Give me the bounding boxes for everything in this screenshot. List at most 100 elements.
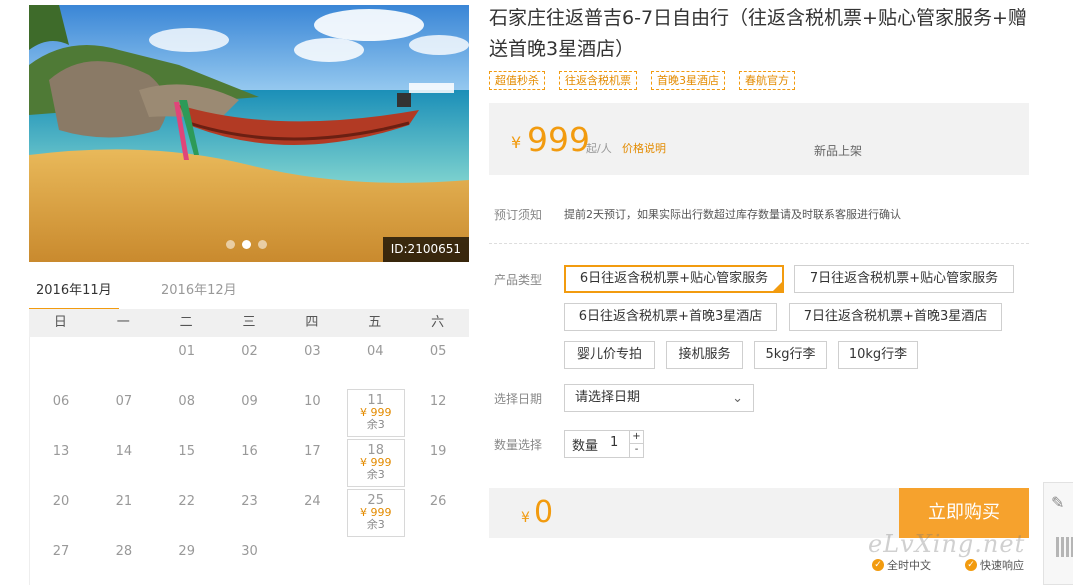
calendar-day-number: 07 [115,394,133,409]
price-unit: 起/人 [586,142,612,155]
price-explain-link[interactable]: 价格说明 [622,140,666,156]
calendar-weekday-header: 日 一 二 三 四 五 六 [29,309,469,337]
notice-label: 预订须知 [494,208,543,222]
carousel-dot[interactable] [258,240,267,249]
calendar-day-remaining: 余3 [366,418,385,431]
weekday-label: 三 [242,315,256,330]
calendar-day: 01 [156,337,218,387]
calendar-day: 23 [219,487,281,537]
calendar-grid: 01 02 03 04 05 06 07 08 09 10 11 ¥ 999 余3 12 13 14 15 16 1… [29,337,469,585]
weekday-label: 一 [116,315,130,330]
calendar-day-number: 10 [304,394,321,409]
calendar-day-number: 20 [52,494,70,509]
product-tag: 超值秒杀 [489,71,545,90]
product-type-option[interactable]: 婴儿价专拍 [564,341,655,369]
quantity-value[interactable]: 1 [610,435,618,450]
carousel-dot[interactable] [226,240,235,249]
product-type-option-selected[interactable]: 6日往返含税机票+贴心管家服务 [564,265,784,293]
calendar-day: 17 [281,437,343,487]
notice-text: 提前2天预订，如果实际出行数超过库存数量请及时联系客服进行确认 [564,208,901,221]
date-select[interactable]: 请选择日期 ⌄ [564,384,754,412]
weekday-label: 日 [53,315,67,330]
calendar-day: 29 [156,537,218,585]
weekday-label: 二 [179,315,193,330]
calendar-day: 30 [219,537,281,585]
calendar-day-number: 13 [52,444,70,459]
guarantee-label: 快速响应 [980,559,1024,572]
calendar-day-number: 24 [304,494,321,509]
calendar-day-number: 16 [241,444,258,459]
product-tags: 超值秒杀 往返含税机票 首晚3星酒店 春航官方 [489,71,795,90]
calendar-day-number: 04 [367,344,384,359]
calendar-day: 13 [30,437,92,487]
calendar-month-tabs: 2016年11月 2016年12月 [29,277,469,311]
calendar-day: 15 [156,437,218,487]
calendar-day-number: 19 [429,444,447,459]
calendar-day-number: 27 [52,544,70,559]
product-type-label: 产品类型 [494,273,543,287]
price-currency: ¥ [511,133,522,152]
calendar-day-number: 29 [178,544,195,559]
side-toolbar: ✎ [1043,482,1073,585]
price-panel: ¥ 999 起/人 价格说明 新品上架 [489,103,1029,175]
calendar-day: 02 [219,337,281,387]
product-type-option[interactable]: 6日往返含税机票+首晚3星酒店 [564,303,777,331]
tab-month-dec[interactable]: 2016年12月 [161,277,251,311]
calendar-day: 24 [281,487,343,537]
chevron-down-icon: ⌄ [732,391,743,406]
calendar-day: 27 [30,537,92,585]
qr-code-icon[interactable] [1056,537,1073,557]
calendar-day-number: 12 [429,394,447,409]
quantity-stepper: 数量 1 + - [564,430,644,458]
calendar-day: 20 [30,487,92,537]
check-icon: ✓ [872,559,884,571]
product-title: 石家庄往返普吉6-7日自由行（往返含税机票+贴心管家服务+赠送首晚3星酒店） [489,7,1027,60]
total-currency: ¥ [521,510,530,526]
product-type-option[interactable]: 接机服务 [666,341,743,369]
calendar-day-number: 09 [241,394,258,409]
calendar-day: 28 [93,537,155,585]
calendar-day-number: 08 [178,394,195,409]
calendar-day: 12 [407,387,469,437]
product-hero-image[interactable]: ID:2100651 [29,5,469,262]
calendar-day-number: 17 [304,444,321,459]
weekday-label: 四 [305,315,319,330]
calendar-day-available[interactable]: 11 ¥ 999 余3 [346,389,405,437]
calendar-day: 07 [93,387,155,437]
calendar-day: 06 [30,387,92,437]
calendar-day-number: 28 [115,544,133,559]
calendar-day-available[interactable]: 25 ¥ 999 余3 [346,489,405,537]
calendar-day: 16 [219,437,281,487]
carousel-dot-active[interactable] [242,240,251,249]
price-value: 999 [527,120,590,159]
guarantee-item: ✓ 全时中文 [872,557,931,573]
quantity-increase-button[interactable]: + [629,431,643,444]
product-type-option[interactable]: 10kg行李 [838,341,918,369]
quantity-field-label: 数量 [572,439,599,454]
date-select-value: 请选择日期 [575,390,641,405]
calendar-day-number: 14 [115,444,133,459]
date-label: 选择日期 [494,392,543,406]
calendar-day-available[interactable]: 18 ¥ 999 余3 [346,439,405,487]
quantity-decrease-button[interactable]: - [629,444,643,457]
calendar-day-number: 26 [429,494,447,509]
calendar-day-number: 23 [241,494,258,509]
product-tag: 首晚3星酒店 [651,71,725,90]
site-watermark: eLvXing.net [868,530,1026,558]
carousel-dots [226,240,267,249]
calendar-day-number: 03 [304,344,321,359]
calendar-day: 04 [344,337,406,387]
product-type-option[interactable]: 7日往返含税机票+贴心管家服务 [794,265,1014,293]
calendar-day: 05 [407,337,469,387]
edit-icon[interactable]: ✎ [1051,493,1064,512]
tab-month-nov[interactable]: 2016年11月 [29,277,119,311]
calendar-day-remaining: 余3 [366,518,385,531]
calendar-day-number: 22 [178,494,195,509]
product-type-option[interactable]: 7日往返含税机票+首晚3星酒店 [789,303,1002,331]
weekday-label: 五 [368,315,382,330]
product-type-option[interactable]: 5kg行李 [754,341,827,369]
calendar-day: 22 [156,487,218,537]
calendar-day-number: 06 [52,394,70,409]
calendar-day-number: 15 [178,444,195,459]
calendar-day-number: 30 [241,544,258,559]
